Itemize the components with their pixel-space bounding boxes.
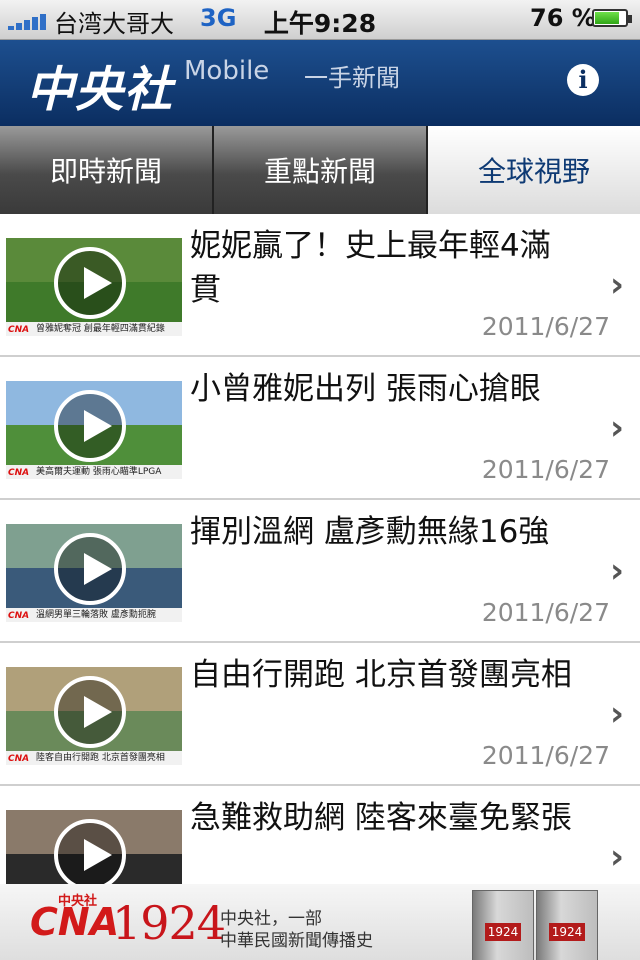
news-item[interactable]: 美高爾夫運動 張雨心瞄準LPGA CNA 小曾雅妮出列 張雨心搶眼 2011/6/27… — [0, 357, 640, 500]
info-icon[interactable]: i — [567, 64, 599, 96]
play-icon[interactable] — [54, 676, 126, 748]
news-date: 2011/6/27 — [481, 598, 610, 627]
status-bar: 台湾大哥大 3G 上午9:28 76 % — [0, 0, 640, 40]
signal-strength-icon — [8, 10, 48, 30]
cna-mini-logo: CNA — [8, 468, 30, 478]
battery-percent: 76 % — [530, 4, 596, 32]
ad-year: 1924 — [112, 896, 226, 950]
tab-realtime-news[interactable]: 即時新聞 — [0, 126, 214, 214]
cna-logo: CNA — [30, 900, 120, 944]
app-header: 中央社 Mobile 一手新聞 i — [0, 40, 640, 126]
chevron-right-icon: › — [609, 408, 624, 448]
chevron-right-icon: › — [609, 265, 624, 305]
video-thumbnail[interactable]: 美高爾夫運動 張雨心瞄準LPGA CNA — [6, 381, 182, 479]
book-label: 1924 — [485, 923, 521, 941]
chevron-right-icon: › — [609, 837, 624, 877]
cna-mini-logo: CNA — [8, 611, 30, 621]
news-item[interactable]: 陸客自由行開跑 北京首發團亮相 CNA 自由行開跑 北京首發團亮相 2011/6/27… — [0, 643, 640, 786]
battery-fill — [595, 12, 620, 24]
news-item[interactable]: 溫網男單三輪落敗 盧彥勳扼腕 CNA 揮別溫網 盧彥勳無緣16強 2011/6/27 › — [0, 500, 640, 643]
thumbnail-caption: 陸客自由行開跑 北京首發團亮相 — [6, 751, 182, 765]
thumbnail-caption: 美高爾夫運動 張雨心瞄準LPGA — [6, 465, 182, 479]
play-icon[interactable] — [54, 247, 126, 319]
tab-key-news[interactable]: 重點新聞 — [214, 126, 428, 214]
news-title: 急難救助網 陸客來臺免緊張 — [190, 800, 572, 836]
network-type: 3G — [200, 4, 237, 32]
book-image: 1924 — [472, 890, 534, 960]
cna-mini-logo: CNA — [8, 325, 30, 335]
ad-text-line2: 中華民國新聞傳播史 — [220, 931, 373, 951]
tagline: 一手新聞 — [304, 64, 400, 92]
chevron-right-icon: › — [609, 551, 624, 591]
mobile-label: Mobile — [184, 56, 270, 86]
play-icon[interactable] — [54, 533, 126, 605]
thumbnail-caption: 溫網男單三輪落敗 盧彥勳扼腕 — [6, 608, 182, 622]
news-date: 2011/6/27 — [481, 312, 610, 341]
signal-bar — [32, 17, 38, 30]
cna-mini-logo: CNA — [8, 754, 30, 764]
signal-bar — [40, 14, 46, 30]
news-date: 2011/6/27 — [481, 455, 610, 484]
ad-banner[interactable]: 中央社 CNA 1924 中央社，一部 中華民國新聞傳播史 1924 1924 — [0, 884, 640, 960]
news-date: 2011/6/27 — [481, 741, 610, 770]
tab-bar: 即時新聞 重點新聞 全球視野 — [0, 126, 640, 214]
news-item[interactable]: 曾雅妮奪冠 創最年輕四滿貫紀錄 CNA 妮妮贏了！史上最年輕4滿貫 2011/6/27… — [0, 214, 640, 357]
signal-bar — [16, 23, 22, 30]
play-icon[interactable] — [54, 390, 126, 462]
book-image: 1924 — [536, 890, 598, 960]
video-thumbnail[interactable]: 曾雅妮奪冠 創最年輕四滿貫紀錄 CNA — [6, 238, 182, 336]
play-icon[interactable] — [54, 819, 126, 891]
news-title: 自由行開跑 北京首發團亮相 — [190, 657, 572, 693]
video-thumbnail[interactable]: 陸客自由行開跑 北京首發團亮相 CNA — [6, 667, 182, 765]
chevron-right-icon: › — [609, 694, 624, 734]
news-title: 小曾雅妮出列 張雨心搶眼 — [190, 371, 541, 407]
signal-bar — [8, 26, 14, 30]
app-logo: 中央社 — [26, 62, 174, 118]
news-list: 曾雅妮奪冠 創最年輕四滿貫紀錄 CNA 妮妮贏了！史上最年輕4滿貫 2011/6/27… — [0, 214, 640, 929]
news-title: 揮別溫網 盧彥勳無緣16強 — [190, 514, 550, 550]
tab-global-view[interactable]: 全球視野 — [428, 126, 640, 214]
carrier-name: 台湾大哥大 — [54, 10, 174, 38]
battery-icon — [592, 9, 632, 27]
thumbnail-caption: 曾雅妮奪冠 創最年輕四滿貫紀錄 — [6, 322, 182, 336]
signal-bar — [24, 20, 30, 30]
book-label: 1924 — [549, 923, 585, 941]
video-thumbnail[interactable]: 溫網男單三輪落敗 盧彥勳扼腕 CNA — [6, 524, 182, 622]
news-title: 妮妮贏了！史上最年輕4滿貫 — [190, 228, 551, 308]
